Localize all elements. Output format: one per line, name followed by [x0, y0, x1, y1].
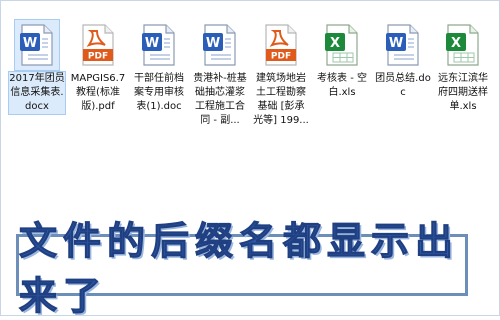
file-item[interactable]: W 贵港补-桩基础抽芯灌浆工程施工合同 - 副... [191, 20, 249, 140]
file-name: 贵港补-桩基础抽芯灌浆工程施工合同 - 副... [193, 73, 247, 126]
file-item[interactable]: W 2017年团员信息采集表.docx [8, 19, 66, 140]
svg-text:X: X [330, 36, 340, 51]
file-item[interactable]: PDF MAPGIS6.7教程(标准版).pdf [69, 20, 127, 140]
word-doc-icon: W [137, 20, 181, 70]
file-name: 远东江滨华府四期送样单.xls [438, 73, 488, 112]
file-name: MAPGIS6.7教程(标准版).pdf [70, 73, 126, 112]
file-grid: W 2017年团员信息采集表.docx PDF MAPGIS6.7教程(标准版)… [8, 19, 492, 140]
file-name: 建筑场地岩土工程勘察基础 [彭承光等] 199... [253, 73, 309, 126]
file-item[interactable]: W 团员总结.doc [374, 20, 432, 140]
file-name: 团员总结.doc [375, 73, 431, 98]
svg-text:W: W [145, 36, 159, 51]
word-doc-icon: W [198, 20, 242, 70]
svg-text:W: W [23, 36, 37, 51]
pdf-icon: PDF [76, 20, 120, 70]
svg-text:W: W [206, 36, 220, 51]
excel-icon: X [320, 20, 364, 70]
excel-icon: X [441, 20, 485, 70]
file-name: 2017年团员信息采集表.docx [8, 71, 66, 115]
word-doc-icon: W [381, 20, 425, 70]
caption-banner: 文件的后缀名都显示出来了 [16, 219, 468, 319]
svg-text:W: W [389, 36, 403, 51]
svg-text:PDF: PDF [88, 52, 108, 62]
svg-text:X: X [451, 36, 461, 51]
file-name: 考核表 - 空白.xls [317, 73, 367, 98]
file-item[interactable]: X 考核表 - 空白.xls [313, 20, 371, 140]
file-name: 干部任前档案专用审核表(1).doc [134, 73, 184, 112]
svg-text:PDF: PDF [271, 52, 291, 62]
word-doc-icon: W [14, 19, 60, 71]
caption-text: 文件的后缀名都显示出来了 [19, 219, 460, 319]
file-item[interactable]: X 远东江滨华府四期送样单.xls [434, 20, 492, 140]
file-item[interactable]: PDF 建筑场地岩土工程勘察基础 [彭承光等] 199... [252, 20, 310, 140]
pdf-icon: PDF [259, 20, 303, 70]
file-item[interactable]: W 干部任前档案专用审核表(1).doc [130, 20, 188, 140]
